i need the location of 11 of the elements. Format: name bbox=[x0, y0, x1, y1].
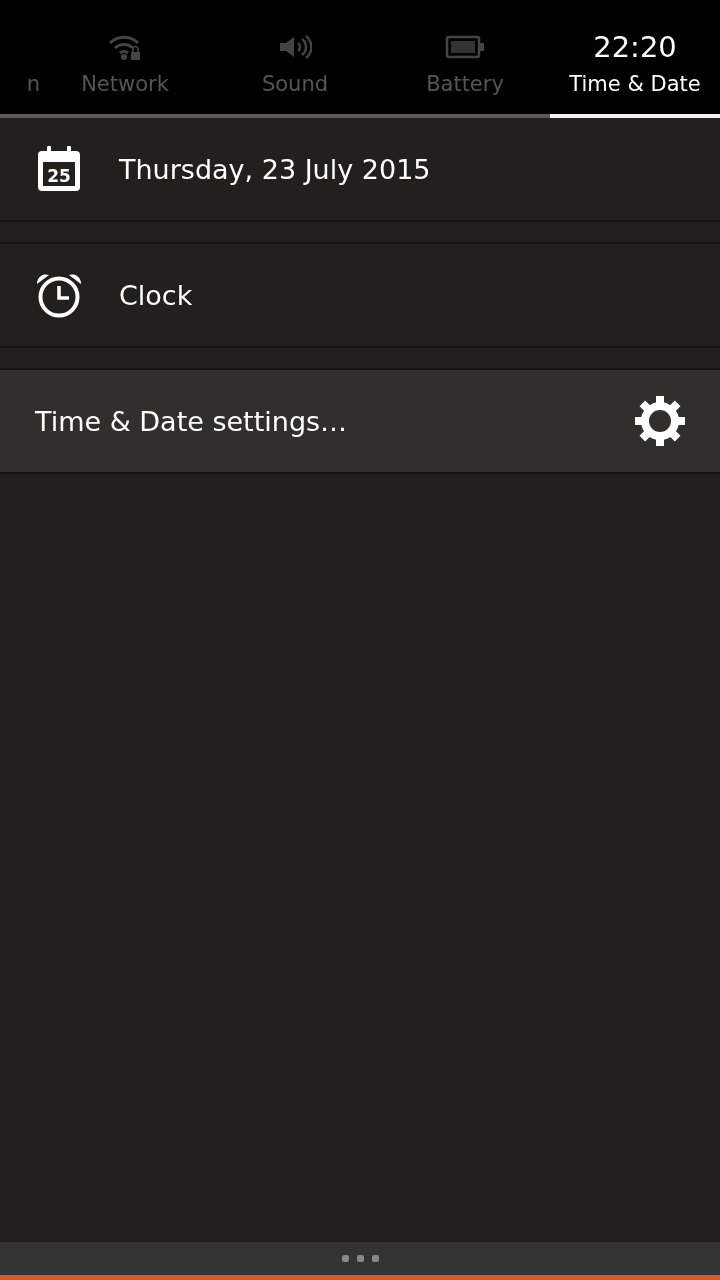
row-label: Clock bbox=[119, 279, 193, 311]
calendar-day: 25 bbox=[47, 166, 71, 186]
wifi-lock-icon bbox=[107, 33, 143, 61]
battery-icon bbox=[445, 35, 485, 59]
settings-label: Time & Date settings… bbox=[35, 405, 348, 437]
speaker-icon bbox=[278, 34, 312, 60]
settings-row[interactable]: Time & Date settings… bbox=[0, 370, 720, 474]
alarm-clock-icon bbox=[35, 272, 83, 318]
row-label: Thursday, 23 July 2015 bbox=[119, 153, 431, 185]
settings-icon bbox=[635, 396, 685, 446]
drag-handle[interactable] bbox=[0, 1242, 720, 1275]
